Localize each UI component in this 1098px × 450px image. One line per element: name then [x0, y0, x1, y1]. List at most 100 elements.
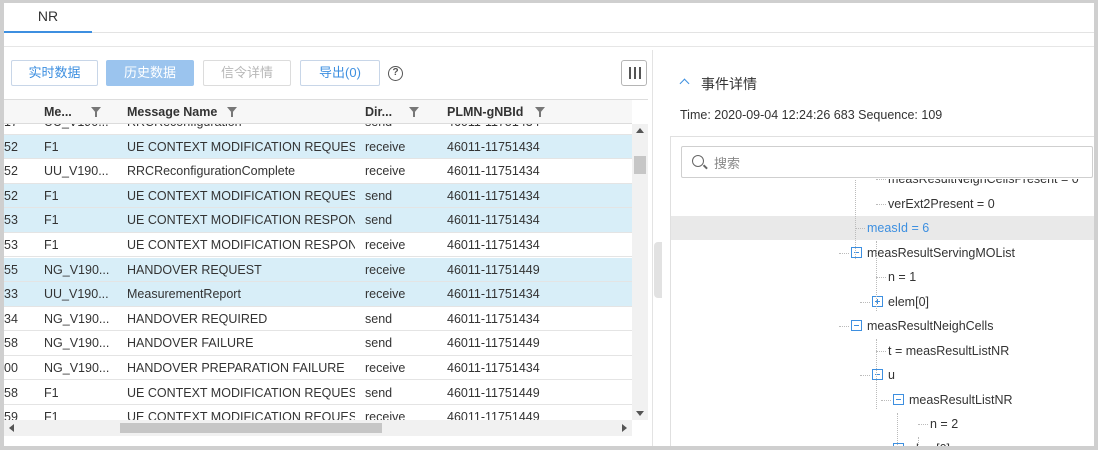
collapse-icon[interactable] [851, 320, 862, 331]
tree-node[interactable]: measResultListNR [893, 390, 1013, 410]
app-window: NR 实时数据 历史数据 信令详情 导出(0) ? Me... Message … [0, 0, 1098, 450]
help-icon[interactable]: ? [388, 66, 403, 81]
chevron-up-icon[interactable] [679, 78, 690, 89]
tree-node[interactable]: elem[0] [872, 292, 929, 312]
collapse-icon[interactable] [893, 442, 904, 446]
column-settings-button[interactable] [621, 60, 647, 86]
table-header: Me... Message Name Dir... PLMN-gNBId [4, 100, 632, 124]
event-tree-panel: measResultNeighCellsPresent = 0 verExt2Pr… [670, 136, 1094, 446]
tree-node-label: t = measResultListNR [888, 343, 1010, 358]
filter-icon[interactable] [535, 107, 545, 117]
scroll-right-icon[interactable] [622, 424, 627, 432]
tab-bar: NR [4, 3, 1094, 33]
tree-node-label: measResultServingMOList [867, 245, 1015, 260]
cell-plmn: 46011-11751434 [447, 139, 540, 154]
table-row[interactable]: 53 F1 UE CONTEXT MODIFICATION RESPON... sen… [4, 208, 632, 233]
tree-node[interactable]: n = 2 [930, 414, 958, 434]
collapse-icon[interactable] [872, 369, 883, 380]
column-icon-bar [634, 67, 636, 79]
tree-node[interactable]: n = 1 [888, 267, 916, 287]
cell-message-name: HANDOVER REQUEST [127, 262, 262, 277]
cell-direction: receive [365, 139, 406, 154]
table-row[interactable]: 00 NG_V190... HANDOVER PREPARATION FAILURE… [4, 355, 632, 381]
cell-interface: UU_V190... [44, 287, 109, 302]
tree-node-label: n = 2 [930, 417, 959, 431]
cell-direction: send [365, 213, 393, 228]
table-row[interactable]: 52 F1 UE CONTEXT MODIFICATION REQUEST recei… [4, 134, 632, 160]
column-icon-bar [639, 67, 641, 79]
tree-search-input[interactable] [714, 153, 1074, 173]
table-row[interactable]: 52 UU_V190... RRCReconfigurationComplete re… [4, 159, 632, 184]
column-icon-bar [629, 67, 631, 79]
tab-nr[interactable]: NR [4, 3, 92, 33]
scroll-up-icon[interactable] [636, 128, 644, 133]
event-tree: measResultNeighCellsPresent = 0 verExt2Pr… [671, 179, 1094, 446]
table-row[interactable]: 33 UU_V190... MeasurementReport receive 4601… [4, 282, 632, 307]
table-row[interactable]: 59 F1 UE CONTEXT MODIFICATION REQUEST recei… [4, 405, 632, 420]
expand-icon[interactable] [872, 295, 883, 307]
tree-connector [918, 424, 928, 425]
column-header-direction[interactable]: Dir... [365, 100, 392, 124]
cell-index: 17 [4, 124, 36, 134]
filter-icon[interactable] [227, 107, 237, 117]
cell-interface: NG_V190... [44, 311, 110, 326]
cell-direction: receive [365, 410, 406, 420]
cell-direction: send [365, 311, 393, 326]
tree-connector [876, 179, 886, 180]
scroll-left-icon[interactable] [9, 424, 14, 432]
event-detail-header[interactable]: 事件详情 [679, 74, 757, 94]
cell-index: 34 [4, 311, 18, 326]
horizontal-scrollbar[interactable] [4, 420, 632, 436]
cell-index: 33 [4, 287, 18, 302]
tree-connector [839, 326, 849, 327]
history-data-button[interactable]: 历史数据 [106, 60, 194, 86]
tree-connector [881, 399, 891, 401]
scroll-down-icon[interactable] [636, 411, 644, 416]
tree-node[interactable]: verExt2Present = 0 [888, 194, 995, 214]
filter-icon[interactable] [91, 107, 101, 117]
tree-node[interactable]: elem[0] [893, 439, 950, 446]
scroll-thumb[interactable] [120, 423, 382, 433]
tree-node[interactable]: measResultNeighCells [851, 316, 993, 336]
table-row[interactable]: 58 F1 UE CONTEXT MODIFICATION REQUEST send 4… [4, 380, 632, 406]
filter-icon[interactable] [409, 107, 419, 117]
table-row[interactable]: 17 UU_V190... RRCReconfiguration send 46… [4, 124, 632, 135]
tree-search-box[interactable] [681, 146, 1093, 178]
table-row[interactable]: 52 F1 UE CONTEXT MODIFICATION REQUEST send 4… [4, 183, 632, 209]
tree-connector [855, 179, 856, 259]
cell-index: 59 [4, 410, 18, 420]
column-header-message-name[interactable]: Message Name [127, 100, 217, 124]
vertical-scrollbar[interactable] [632, 124, 648, 420]
tree-connector [876, 203, 886, 205]
cell-interface: F1 [44, 188, 59, 203]
tree-node[interactable]: t = measResultListNR [888, 341, 1009, 361]
table-row[interactable]: 34 NG_V190... HANDOVER REQUIRED send 46011-1… [4, 306, 632, 332]
cell-index: 52 [4, 139, 18, 154]
cell-message-name: UE CONTEXT MODIFICATION REQUEST [127, 385, 355, 400]
cell-message-name: UE CONTEXT MODIFICATION RESPON... [127, 213, 355, 228]
cell-index: 58 [4, 385, 18, 400]
cell-plmn: 46011-11751434 [447, 188, 540, 203]
collapse-icon[interactable] [851, 246, 862, 258]
column-header-interface[interactable]: Me... [44, 100, 72, 124]
cell-interface: NG_V190... [44, 262, 110, 277]
scroll-thumb[interactable] [634, 156, 646, 174]
signal-detail-button[interactable]: 信令详情 [203, 60, 291, 86]
table-row[interactable]: 55 NG_V190... HANDOVER REQUEST receive 46011… [4, 257, 632, 283]
tree-node[interactable]: measId = 6 [867, 218, 929, 238]
export-button[interactable]: 导出(0) [300, 60, 380, 86]
tree-node[interactable]: measResultNeighCellsPresent = 0 [888, 179, 1079, 189]
list-toolbar: 实时数据 历史数据 信令详情 导出(0) ? [4, 60, 652, 90]
tree-node-label: measResultNeighCells [867, 319, 994, 333]
cell-index: 53 [4, 213, 18, 228]
pane-splitter[interactable] [652, 50, 662, 446]
cell-plmn: 46011-11751434 [447, 237, 540, 252]
cell-message-name: MeasurementReport [127, 287, 241, 302]
realtime-data-button[interactable]: 实时数据 [11, 60, 98, 86]
column-header-plmn[interactable]: PLMN-gNBId [447, 100, 523, 124]
tree-node-label: n = 1 [888, 270, 917, 284]
collapse-icon[interactable] [893, 393, 904, 405]
search-icon [692, 155, 704, 167]
table-row[interactable]: 53 F1 UE CONTEXT MODIFICATION RESPON... rec… [4, 232, 632, 258]
table-row[interactable]: 58 NG_V190... HANDOVER FAILURE send 46011-11… [4, 331, 632, 356]
